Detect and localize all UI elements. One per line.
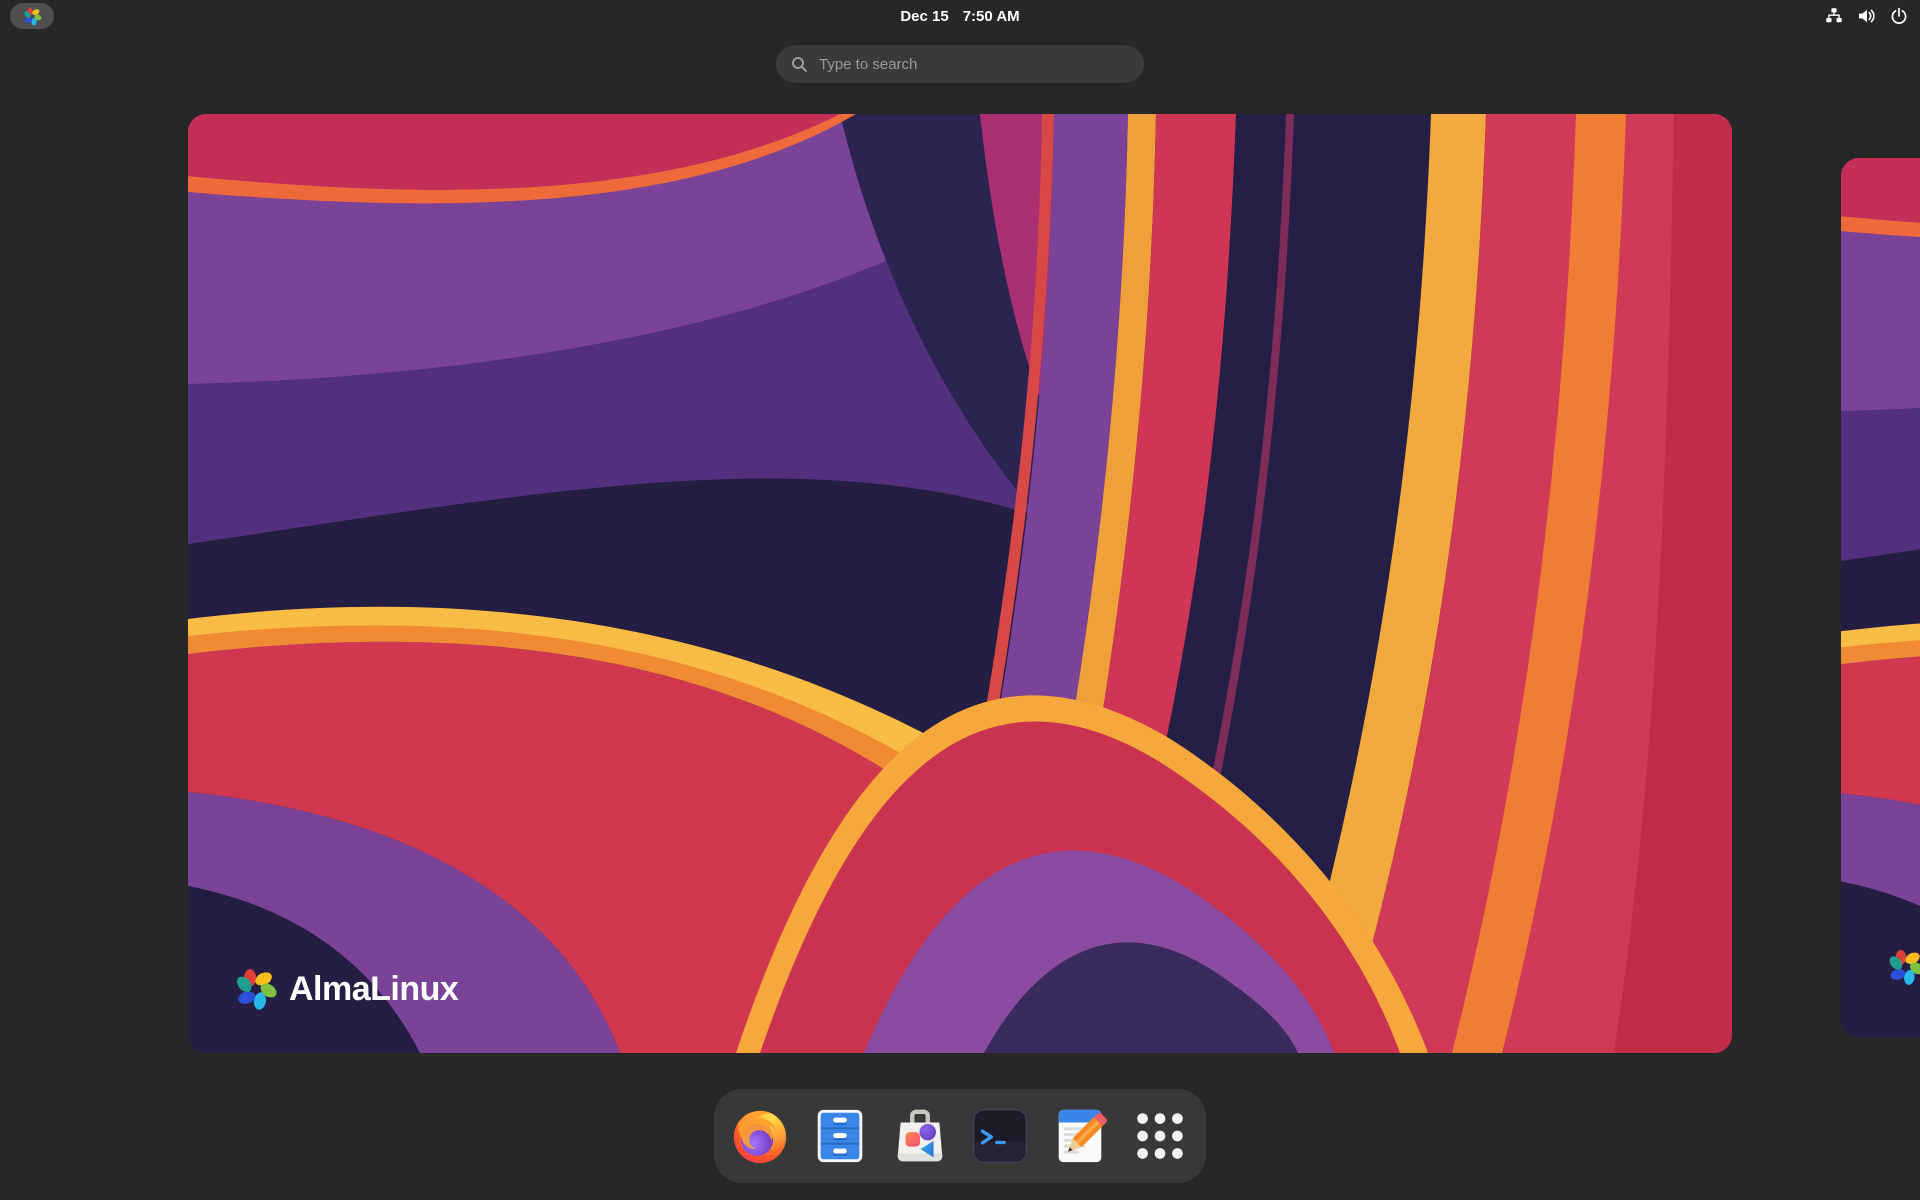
workspace-preview-next[interactable]: AlmaLinux (1841, 158, 1920, 1038)
software-icon (889, 1105, 951, 1167)
network-wired-icon (1825, 7, 1843, 25)
workspace-preview-current[interactable]: AlmaLinux (188, 114, 1732, 1053)
dock-item-app-grid[interactable] (1128, 1104, 1192, 1168)
almalinux-logo-icon (23, 7, 42, 26)
app-grid-icon (1129, 1105, 1191, 1167)
dock-item-terminal[interactable] (968, 1104, 1032, 1168)
wallpaper-logo-text: AlmaLinux (289, 970, 458, 1009)
dock-item-software[interactable] (888, 1104, 952, 1168)
clock-menu-button[interactable]: Dec 15 7:50 AM (900, 0, 1019, 32)
files-icon (809, 1105, 871, 1167)
volume-high-icon (1857, 7, 1876, 25)
gnome-activities-overview: Dec 15 7:50 AM (0, 0, 1920, 1200)
terminal-icon (969, 1105, 1031, 1167)
wallpaper-logo-badge: AlmaLinux (1887, 948, 1920, 986)
search-input[interactable] (817, 55, 1129, 74)
dash-dock (714, 1089, 1206, 1183)
text-editor-icon (1049, 1105, 1111, 1167)
search-bar[interactable] (776, 45, 1144, 83)
system-status-menu[interactable] (1825, 0, 1908, 32)
clock-time: 7:50 AM (963, 8, 1020, 25)
almalinux-wallpaper (188, 114, 1732, 1053)
top-bar: Dec 15 7:50 AM (0, 0, 1920, 32)
clock-date: Dec 15 (900, 8, 948, 25)
dock-item-text-editor[interactable] (1048, 1104, 1112, 1168)
search-icon (791, 56, 808, 73)
dock-item-files[interactable] (808, 1104, 872, 1168)
dock-item-firefox[interactable] (728, 1104, 792, 1168)
almalinux-logo-icon (234, 967, 278, 1011)
almalinux-logo-icon (1887, 948, 1920, 986)
activities-button[interactable] (10, 3, 54, 29)
wallpaper-logo-badge: AlmaLinux (234, 967, 458, 1011)
almalinux-wallpaper (1841, 158, 1920, 1038)
firefox-icon (729, 1105, 791, 1167)
power-icon (1890, 7, 1908, 25)
